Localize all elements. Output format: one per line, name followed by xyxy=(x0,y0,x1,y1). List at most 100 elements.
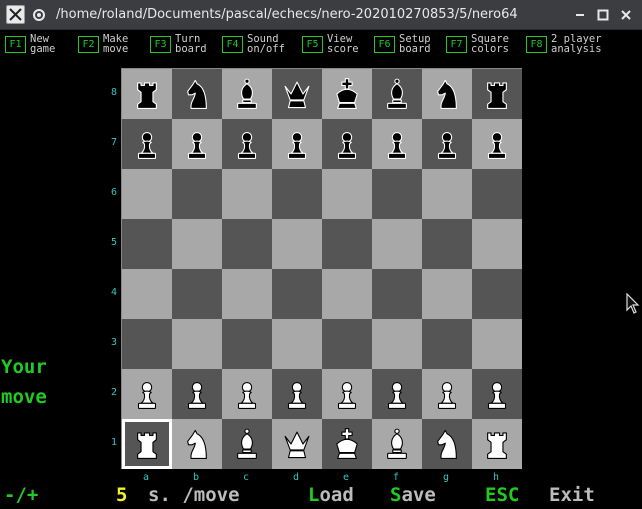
square-f4[interactable] xyxy=(372,269,422,319)
square-b7[interactable] xyxy=(172,119,222,169)
square-c4[interactable] xyxy=(222,269,272,319)
square-c7[interactable] xyxy=(222,119,272,169)
square-e5[interactable] xyxy=(322,219,372,269)
white-pawn-icon[interactable] xyxy=(480,375,514,413)
square-f2[interactable] xyxy=(372,369,422,419)
square-g1[interactable] xyxy=(422,419,472,469)
square-c2[interactable] xyxy=(222,369,272,419)
app-x-icon[interactable] xyxy=(6,5,25,24)
square-a1[interactable] xyxy=(122,419,172,469)
square-d1[interactable] xyxy=(272,419,322,469)
square-e3[interactable] xyxy=(322,319,372,369)
black-pawn-icon[interactable] xyxy=(380,125,414,163)
square-h7[interactable] xyxy=(472,119,522,169)
square-d4[interactable] xyxy=(272,269,322,319)
white-king-icon[interactable] xyxy=(330,425,364,463)
square-f5[interactable] xyxy=(372,219,422,269)
white-bishop-icon[interactable] xyxy=(380,425,414,463)
square-f8[interactable] xyxy=(372,69,422,119)
square-a5[interactable] xyxy=(122,219,172,269)
black-knight-icon[interactable] xyxy=(430,75,464,113)
square-h1[interactable] xyxy=(472,419,522,469)
square-e7[interactable] xyxy=(322,119,372,169)
white-pawn-icon[interactable] xyxy=(280,375,314,413)
square-b5[interactable] xyxy=(172,219,222,269)
black-pawn-icon[interactable] xyxy=(230,125,264,163)
square-h3[interactable] xyxy=(472,319,522,369)
square-g3[interactable] xyxy=(422,319,472,369)
square-b8[interactable] xyxy=(172,69,222,119)
white-knight-icon[interactable] xyxy=(180,425,214,463)
square-g2[interactable] xyxy=(422,369,472,419)
white-pawn-icon[interactable] xyxy=(180,375,214,413)
minimize-button[interactable] xyxy=(570,5,590,25)
square-a4[interactable] xyxy=(122,269,172,319)
square-a6[interactable] xyxy=(122,169,172,219)
black-bishop-icon[interactable] xyxy=(380,75,414,113)
square-c8[interactable] xyxy=(222,69,272,119)
square-e2[interactable] xyxy=(322,369,372,419)
load-command[interactable]: Load xyxy=(308,484,354,506)
black-pawn-icon[interactable] xyxy=(180,125,214,163)
white-pawn-icon[interactable] xyxy=(230,375,264,413)
square-f3[interactable] xyxy=(372,319,422,369)
black-pawn-icon[interactable] xyxy=(430,125,464,163)
square-d7[interactable] xyxy=(272,119,322,169)
square-b1[interactable] xyxy=(172,419,222,469)
square-h4[interactable] xyxy=(472,269,522,319)
square-e1[interactable] xyxy=(322,419,372,469)
black-pawn-icon[interactable] xyxy=(280,125,314,163)
square-f1[interactable] xyxy=(372,419,422,469)
square-c3[interactable] xyxy=(222,319,272,369)
square-e6[interactable] xyxy=(322,169,372,219)
black-rook-icon[interactable] xyxy=(130,75,164,113)
square-c5[interactable] xyxy=(222,219,272,269)
white-pawn-icon[interactable] xyxy=(130,375,164,413)
black-queen-icon[interactable] xyxy=(280,75,314,113)
time-adjust-key[interactable]: -/+ xyxy=(4,484,38,506)
square-h2[interactable] xyxy=(472,369,522,419)
square-d2[interactable] xyxy=(272,369,322,419)
black-king-icon[interactable] xyxy=(330,75,364,113)
white-pawn-icon[interactable] xyxy=(380,375,414,413)
square-d8[interactable] xyxy=(272,69,322,119)
square-f7[interactable] xyxy=(372,119,422,169)
white-knight-icon[interactable] xyxy=(430,425,464,463)
square-a8[interactable] xyxy=(122,69,172,119)
square-e8[interactable] xyxy=(322,69,372,119)
black-bishop-icon[interactable] xyxy=(230,75,264,113)
square-g8[interactable] xyxy=(422,69,472,119)
white-rook-icon[interactable] xyxy=(130,425,164,463)
square-b2[interactable] xyxy=(172,369,222,419)
square-g6[interactable] xyxy=(422,169,472,219)
square-a2[interactable] xyxy=(122,369,172,419)
pin-icon[interactable] xyxy=(30,6,48,24)
square-a3[interactable] xyxy=(122,319,172,369)
square-h5[interactable] xyxy=(472,219,522,269)
square-d3[interactable] xyxy=(272,319,322,369)
square-b4[interactable] xyxy=(172,269,222,319)
square-a7[interactable] xyxy=(122,119,172,169)
close-button[interactable] xyxy=(616,5,636,25)
square-h6[interactable] xyxy=(472,169,522,219)
square-b3[interactable] xyxy=(172,319,222,369)
white-pawn-icon[interactable] xyxy=(430,375,464,413)
white-pawn-icon[interactable] xyxy=(330,375,364,413)
square-d6[interactable] xyxy=(272,169,322,219)
black-pawn-icon[interactable] xyxy=(130,125,164,163)
black-pawn-icon[interactable] xyxy=(330,125,364,163)
square-g7[interactable] xyxy=(422,119,472,169)
square-f6[interactable] xyxy=(372,169,422,219)
square-g4[interactable] xyxy=(422,269,472,319)
save-command[interactable]: Save xyxy=(390,484,436,506)
square-d5[interactable] xyxy=(272,219,322,269)
maximize-button[interactable] xyxy=(593,5,613,25)
square-b6[interactable] xyxy=(172,169,222,219)
square-e4[interactable] xyxy=(322,269,372,319)
square-c1[interactable] xyxy=(222,419,272,469)
black-rook-icon[interactable] xyxy=(480,75,514,113)
square-c6[interactable] xyxy=(222,169,272,219)
white-bishop-icon[interactable] xyxy=(230,425,264,463)
esc-key[interactable]: ESC xyxy=(485,484,519,506)
black-pawn-icon[interactable] xyxy=(480,125,514,163)
